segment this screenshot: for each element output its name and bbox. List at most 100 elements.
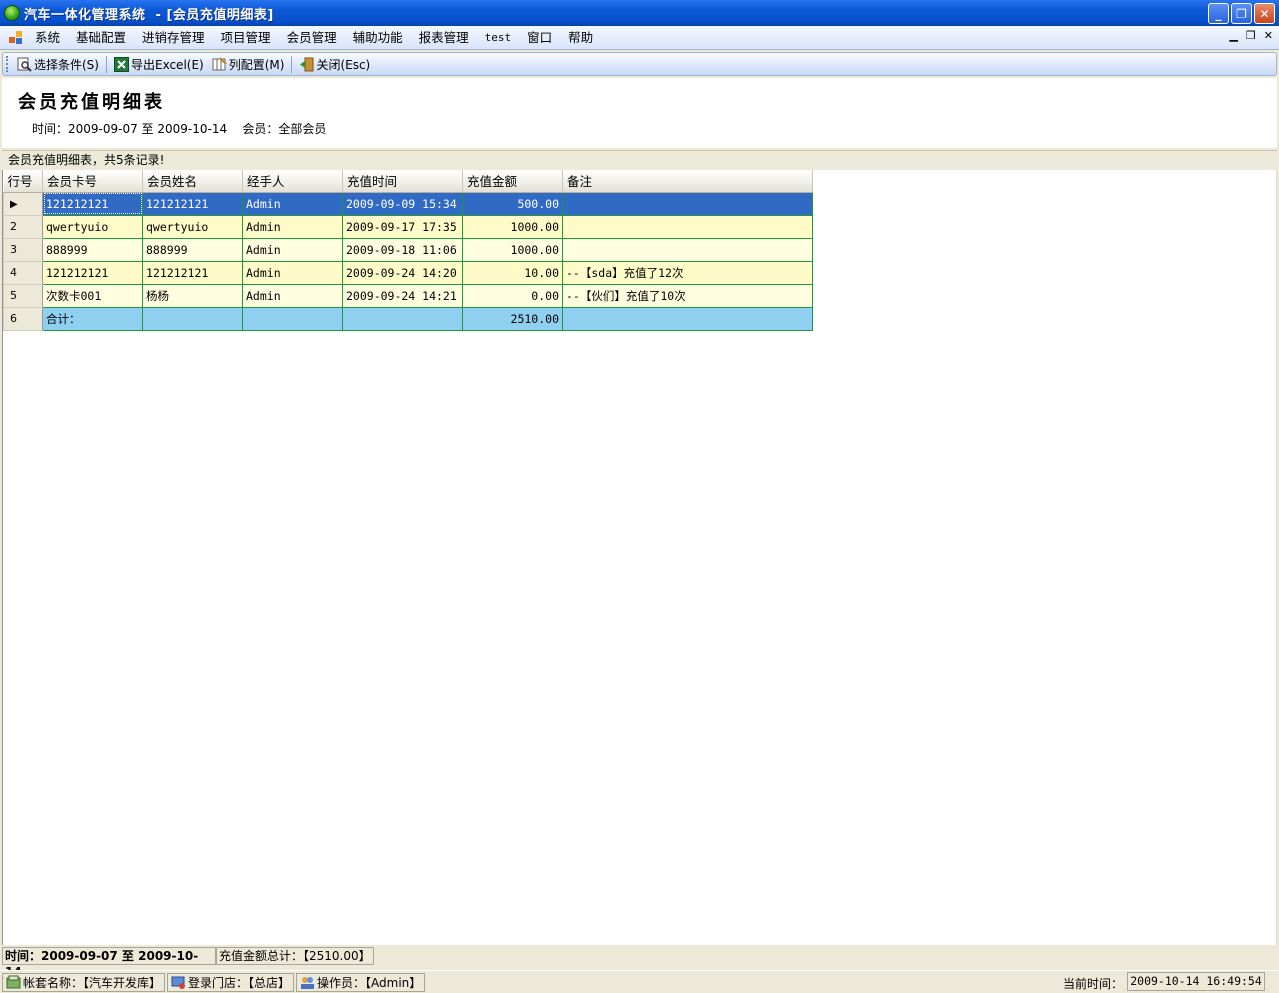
cell-recharge-time[interactable]: 2009-09-09 15:34 bbox=[342, 191, 463, 216]
cell-empty[interactable] bbox=[242, 306, 343, 331]
col-header-row-no[interactable]: 行号 bbox=[3, 170, 43, 193]
cell-member-name[interactable]: qwertyuio bbox=[142, 214, 243, 239]
close-button[interactable]: 关闭(Esc) bbox=[295, 54, 374, 74]
cell-recharge-time[interactable]: 2009-09-18 11:06 bbox=[342, 237, 463, 262]
cell-member-name[interactable]: 121212121 bbox=[142, 191, 243, 216]
row-number[interactable]: 2 bbox=[3, 214, 43, 239]
minimize-icon: _ bbox=[1215, 6, 1222, 21]
cell-note[interactable] bbox=[562, 191, 813, 216]
menu-system[interactable]: 系统 bbox=[27, 27, 68, 49]
footer-total: 充值金额总计：【2510.00】 bbox=[216, 947, 374, 965]
menu-test[interactable]: test bbox=[477, 27, 520, 49]
menu-members[interactable]: 会员管理 bbox=[279, 27, 345, 49]
report-conditions: 时间：2009-09-07 至 2009-10-14 会员：全部会员 bbox=[32, 122, 327, 136]
grid-header-row: 行号 会员卡号 会员姓名 经手人 充值时间 充值金额 备注 bbox=[3, 170, 813, 193]
mdi-minimize-icon[interactable]: ▁ bbox=[1229, 29, 1237, 42]
cell-note[interactable] bbox=[562, 214, 813, 239]
close-window-button[interactable]: ✕ bbox=[1254, 3, 1275, 24]
menu-inventory[interactable]: 进销存管理 bbox=[134, 27, 213, 49]
select-condition-button[interactable]: 选择条件(S) bbox=[13, 54, 103, 74]
status-account: 帐套名称：【汽车开发库】 bbox=[2, 972, 166, 992]
cell-recharge-amount[interactable]: 1000.00 bbox=[462, 237, 563, 262]
window-title: 汽车一体化管理系统 - [会员充值明细表] bbox=[24, 7, 274, 23]
row-number[interactable]: 6 bbox=[3, 306, 43, 331]
cell-member-name[interactable]: 121212121 bbox=[142, 260, 243, 285]
row-number[interactable]: 4 bbox=[3, 260, 43, 285]
row-indicator[interactable]: ▶ bbox=[3, 191, 43, 216]
menu-help[interactable]: 帮助 bbox=[560, 27, 601, 49]
child-window-icon[interactable] bbox=[9, 30, 23, 45]
table-row[interactable]: ▶ 121212121 121212121 Admin 2009-09-09 1… bbox=[3, 191, 813, 216]
menu-reports[interactable]: 报表管理 bbox=[411, 27, 477, 49]
users-icon bbox=[300, 975, 315, 990]
search-icon bbox=[17, 57, 32, 72]
toolbar-grip[interactable] bbox=[6, 56, 10, 72]
row-number[interactable]: 5 bbox=[3, 283, 43, 308]
col-header-member-name[interactable]: 会员姓名 bbox=[142, 170, 243, 193]
cell-handler[interactable]: Admin bbox=[242, 237, 343, 262]
status-store: 登录门店：【总店】 bbox=[167, 972, 295, 992]
minimize-button[interactable]: _ bbox=[1208, 3, 1229, 24]
current-time-label: 当前时间： bbox=[1062, 977, 1123, 991]
cell-empty[interactable] bbox=[342, 306, 463, 331]
cell-card-no[interactable]: qwertyuio bbox=[42, 214, 143, 239]
cell-card-no[interactable]: 次数卡001 bbox=[42, 283, 143, 308]
cell-empty[interactable] bbox=[142, 306, 243, 331]
restore-button[interactable]: ❐ bbox=[1231, 3, 1252, 24]
mdi-restore-icon[interactable]: ❐ bbox=[1246, 29, 1256, 42]
col-header-recharge-time[interactable]: 充值时间 bbox=[342, 170, 463, 193]
report-title: 会员充值明细表 bbox=[18, 92, 165, 113]
footer-period: 时间：2009-09-07 至 2009-10-14 bbox=[2, 947, 216, 979]
menu-window[interactable]: 窗口 bbox=[519, 27, 560, 49]
toolbar: 选择条件(S) 导出Excel(E) 列配置(M) 关闭(Esc) bbox=[2, 52, 1277, 76]
data-grid-area[interactable]: 行号 会员卡号 会员姓名 经手人 充值时间 充值金额 备注 ▶ 12121212… bbox=[2, 170, 1277, 945]
cell-handler[interactable]: Admin bbox=[242, 283, 343, 308]
cell-empty[interactable] bbox=[562, 306, 813, 331]
report-header: 会员充值明细表 时间：2009-09-07 至 2009-10-14 会员：全部… bbox=[2, 78, 1277, 148]
export-excel-button[interactable]: 导出Excel(E) bbox=[110, 54, 208, 74]
database-icon bbox=[6, 975, 21, 990]
cell-recharge-amount[interactable]: 0.00 bbox=[462, 283, 563, 308]
col-header-card-no[interactable]: 会员卡号 bbox=[42, 170, 143, 193]
cell-handler[interactable]: Admin bbox=[242, 191, 343, 216]
cell-card-no[interactable]: 121212121 bbox=[42, 191, 143, 216]
col-header-recharge-amount[interactable]: 充值金额 bbox=[462, 170, 563, 193]
data-grid[interactable]: 行号 会员卡号 会员姓名 经手人 充值时间 充值金额 备注 ▶ 12121212… bbox=[3, 170, 813, 331]
cell-recharge-time[interactable]: 2009-09-17 17:35 bbox=[342, 214, 463, 239]
restore-icon: ❐ bbox=[1236, 6, 1247, 21]
col-header-note[interactable]: 备注 bbox=[562, 170, 813, 193]
cell-card-no[interactable]: 888999 bbox=[42, 237, 143, 262]
cell-note[interactable]: --【伙们】充值了10次 bbox=[562, 283, 813, 308]
total-row[interactable]: 6 合计： 2510.00 bbox=[3, 306, 813, 331]
table-row[interactable]: 5 次数卡001 杨杨 Admin 2009-09-24 14:21 0.00 … bbox=[3, 283, 813, 308]
cell-handler[interactable]: Admin bbox=[242, 260, 343, 285]
cell-card-no[interactable]: 121212121 bbox=[42, 260, 143, 285]
cell-recharge-amount[interactable]: 10.00 bbox=[462, 260, 563, 285]
menu-bar: 系统 基础配置 进销存管理 项目管理 会员管理 辅助功能 报表管理 test 窗… bbox=[0, 26, 1279, 50]
table-row[interactable]: 4 121212121 121212121 Admin 2009-09-24 1… bbox=[3, 260, 813, 285]
cell-recharge-amount[interactable]: 500.00 bbox=[462, 191, 563, 216]
total-amount[interactable]: 2510.00 bbox=[462, 306, 563, 331]
menu-aux[interactable]: 辅助功能 bbox=[345, 27, 411, 49]
close-icon: ✕ bbox=[1259, 6, 1270, 21]
cell-note[interactable] bbox=[562, 237, 813, 262]
cell-member-name[interactable]: 888999 bbox=[142, 237, 243, 262]
row-number[interactable]: 3 bbox=[3, 237, 43, 262]
menu-basic-config[interactable]: 基础配置 bbox=[68, 27, 134, 49]
cell-recharge-amount[interactable]: 1000.00 bbox=[462, 214, 563, 239]
cell-handler[interactable]: Admin bbox=[242, 214, 343, 239]
mdi-close-icon[interactable]: ✕ bbox=[1264, 29, 1273, 42]
cell-recharge-time[interactable]: 2009-09-24 14:20 bbox=[342, 260, 463, 285]
column-config-button[interactable]: 列配置(M) bbox=[208, 54, 289, 74]
table-row[interactable]: 2 qwertyuio qwertyuio Admin 2009-09-17 1… bbox=[3, 214, 813, 239]
cell-recharge-time[interactable]: 2009-09-24 14:21 bbox=[342, 283, 463, 308]
cell-note[interactable]: --【sda】充值了12次 bbox=[562, 260, 813, 285]
table-row[interactable]: 3 888999 888999 Admin 2009-09-18 11:06 1… bbox=[3, 237, 813, 262]
total-label[interactable]: 合计： bbox=[42, 306, 143, 331]
col-header-handler[interactable]: 经手人 bbox=[242, 170, 343, 193]
window-titlebar[interactable]: 汽车一体化管理系统 - [会员充值明细表] _ ❐ ✕ bbox=[0, 0, 1279, 26]
store-icon bbox=[171, 975, 186, 990]
menu-projects[interactable]: 项目管理 bbox=[213, 27, 279, 49]
cell-member-name[interactable]: 杨杨 bbox=[142, 283, 243, 308]
current-time-value: 2009-10-14 16:49:54 bbox=[1127, 972, 1265, 991]
